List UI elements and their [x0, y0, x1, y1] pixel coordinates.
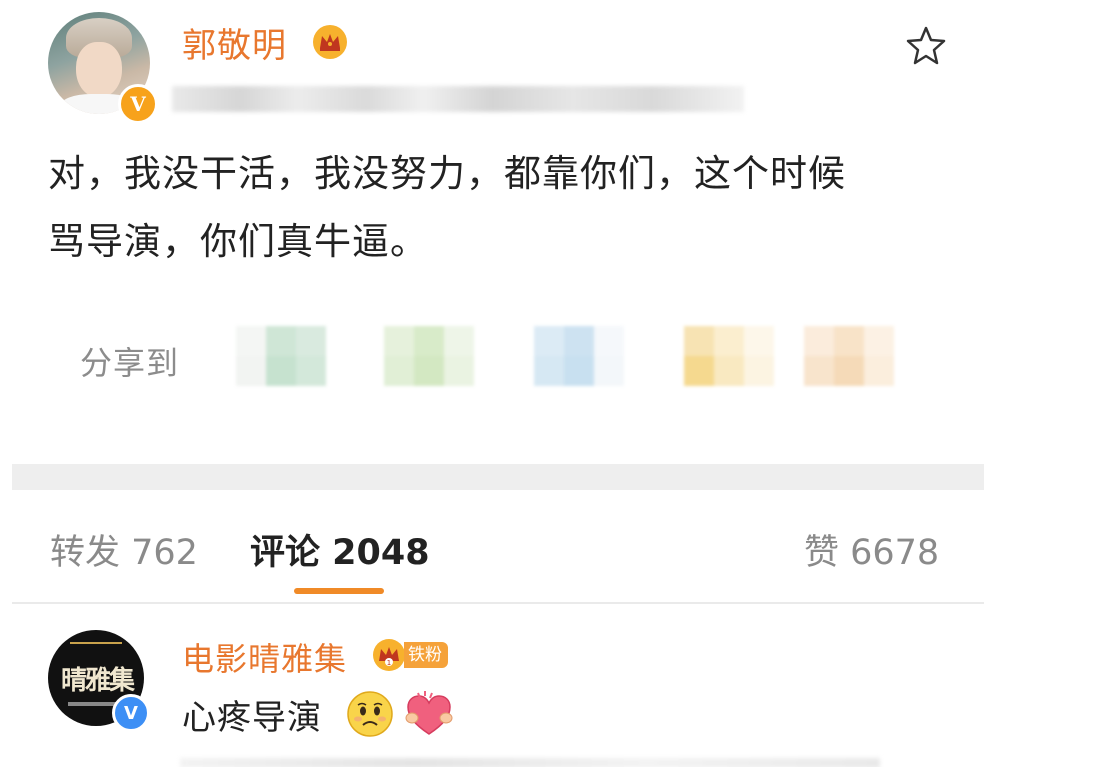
crown-icon [313, 25, 347, 59]
favorite-star-icon[interactable] [904, 24, 948, 68]
crown-icon: 1 [373, 639, 405, 671]
blurred-post-meta [172, 86, 744, 112]
avatar-logo-text: 晴雅集 [60, 666, 135, 696]
post-username[interactable]: 郭敬明 [182, 18, 287, 67]
post-text-line: 对，我没干活，我没努力，都靠你们，这个时候 [48, 152, 846, 195]
svg-text:1: 1 [387, 659, 391, 667]
share-moments-icon[interactable] [384, 326, 474, 386]
share-more-icon[interactable] [804, 326, 894, 386]
post-text-line: 骂导演，你们真牛逼。 [48, 220, 428, 263]
tab-like[interactable]: 赞 6678 [804, 524, 939, 575]
comment-username[interactable]: 电影晴雅集 [182, 634, 347, 680]
share-qzone-icon[interactable] [684, 326, 774, 386]
blue-verified-icon: V [112, 694, 150, 732]
avatar-face [76, 42, 122, 98]
active-tab-indicator [294, 588, 384, 594]
post-content: 对，我没干活，我没努力，都靠你们，这个时候 骂导演，你们真牛逼。 [48, 140, 968, 276]
blurred-comment-meta [180, 758, 880, 767]
verified-badge-icon: V [118, 84, 158, 124]
hug-heart-icon [405, 691, 453, 735]
comment-text: 心疼导演 [182, 698, 322, 738]
share-qq-icon[interactable] [534, 326, 624, 386]
avatar-decoration [70, 642, 122, 652]
tab-repost[interactable]: 转发 762 [50, 524, 198, 575]
section-divider [12, 464, 984, 490]
share-wechat-icon[interactable] [236, 326, 326, 386]
weibo-post-page: V 郭敬明 对，我没干活，我没努力，都靠你们，这个时候 骂导演，你们真牛逼。 分… [0, 0, 1104, 767]
share-label: 分享到 [80, 344, 180, 382]
tab-divider [12, 602, 984, 604]
sad-face-icon [347, 691, 393, 737]
fan-badge: 铁粉 [404, 642, 448, 668]
tab-comment[interactable]: 评论 2048 [250, 524, 430, 575]
